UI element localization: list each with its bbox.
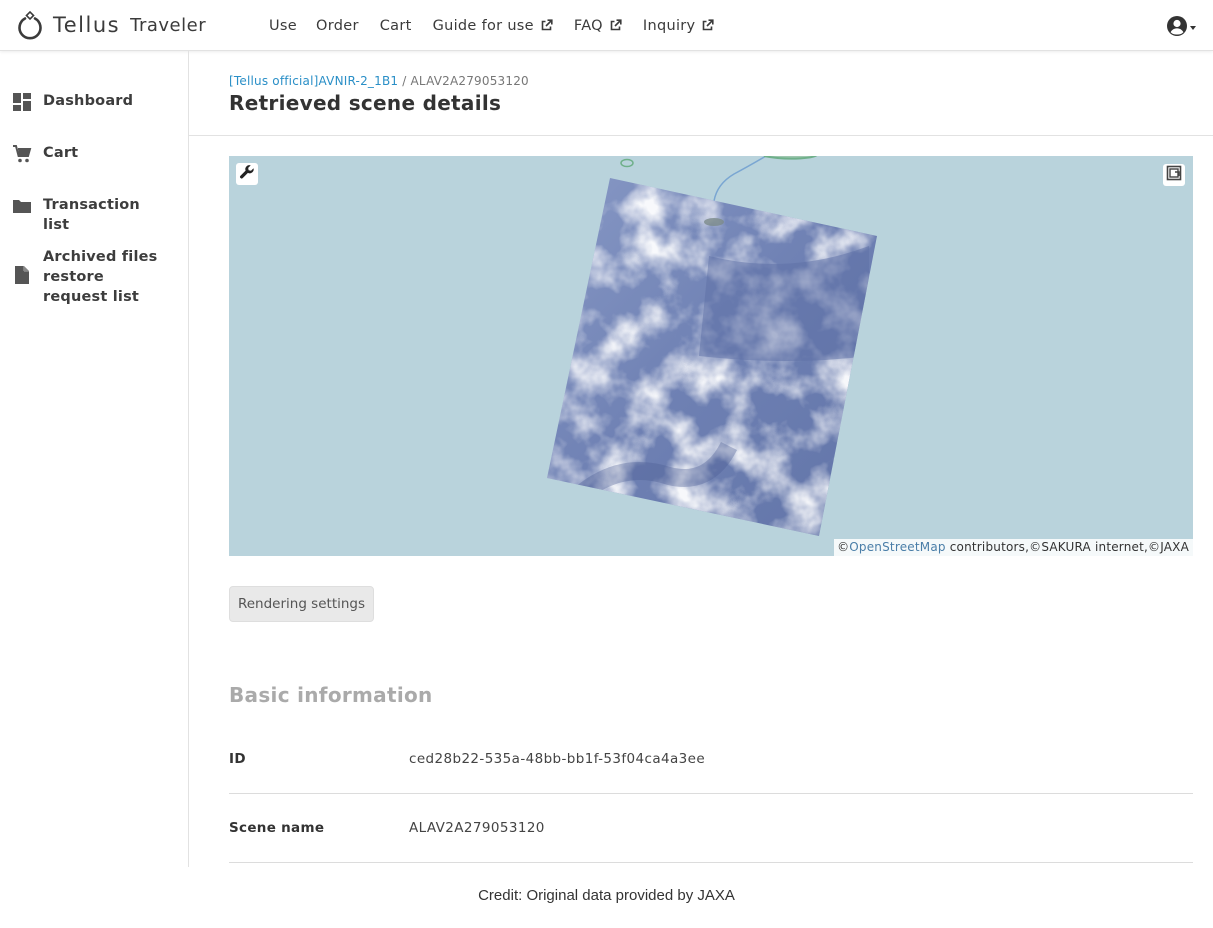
- nav-guide-label: Guide for use: [432, 17, 534, 34]
- map-canvas: [547, 156, 877, 536]
- basic-information-heading: Basic information: [229, 683, 433, 707]
- user-menu-button[interactable]: [1166, 15, 1196, 41]
- breadcrumb-link[interactable]: [Tellus official]AVNIR-2_1B1: [229, 74, 398, 88]
- folder-icon: [12, 196, 32, 216]
- sidebar-item-archived-restore-list[interactable]: Archived files restore request list: [12, 247, 168, 307]
- attribution-prefix: ©: [837, 540, 850, 554]
- fullscreen-icon: [1166, 165, 1182, 185]
- nav-inquiry-label: Inquiry: [642, 17, 696, 34]
- title-divider: [189, 135, 1213, 136]
- external-link-icon: [701, 19, 715, 32]
- nav-use[interactable]: Use: [269, 18, 297, 34]
- breadcrumb-current: ALAV2A279053120: [410, 74, 529, 88]
- openstreetmap-link[interactable]: OpenStreetMap: [849, 540, 945, 554]
- info-row-id: ID ced28b22-535a-48bb-bb1f-53f04ca4a3ee: [229, 725, 1193, 794]
- sidebar: Dashboard Cart Transaction list Archived…: [0, 51, 189, 867]
- logo-text: Tellus: [53, 13, 121, 37]
- nav-faq-label: FAQ: [573, 17, 603, 34]
- nav-faq[interactable]: FAQ: [574, 18, 622, 34]
- nav-inquiry[interactable]: Inquiry: [643, 18, 715, 34]
- sidebar-item-cart[interactable]: Cart: [12, 143, 168, 164]
- breadcrumb-separator: /: [402, 74, 407, 88]
- info-value: ced28b22-535a-48bb-bb1f-53f04ca4a3ee: [409, 751, 706, 767]
- info-row-scene-name: Scene name ALAV2A279053120: [229, 794, 1193, 863]
- chevron-down-icon: [1190, 26, 1196, 30]
- file-icon: [12, 265, 32, 285]
- map-attribution: ©OpenStreetMap contributors,©SAKURA inte…: [834, 539, 1193, 556]
- logo-subtext: Traveler: [130, 14, 207, 36]
- sidebar-item-label: Cart: [43, 145, 79, 161]
- logo-mark-icon: [16, 10, 44, 40]
- top-navigation: Use Order Cart Guide for use FAQ Inquiry: [269, 0, 735, 51]
- sidebar-item-label: Archived files restore request list: [43, 249, 158, 305]
- attribution-suffix: contributors,©SAKURA internet,©JAXA: [945, 540, 1189, 554]
- nav-order[interactable]: Order: [316, 18, 359, 34]
- nav-order-label: Order: [316, 17, 359, 34]
- external-link-icon: [609, 19, 622, 32]
- external-link-icon: [540, 19, 553, 32]
- map-fullscreen-button[interactable]: [1163, 164, 1185, 186]
- dashboard-icon: [12, 92, 32, 112]
- wrench-icon: [239, 164, 255, 184]
- top-header: Tellus Traveler Use Order Cart Guide for…: [0, 0, 1213, 51]
- nav-cart[interactable]: Cart: [380, 18, 412, 34]
- sidebar-item-label: Transaction list: [43, 197, 140, 233]
- info-value: ALAV2A279053120: [409, 820, 545, 836]
- cart-icon: [12, 144, 32, 164]
- rendering-settings-button[interactable]: Rendering settings: [229, 586, 374, 622]
- info-key: ID: [229, 751, 246, 767]
- nav-cart-label: Cart: [379, 17, 412, 34]
- sidebar-item-label: Dashboard: [43, 93, 134, 109]
- user-circle-icon: [1166, 15, 1188, 41]
- map-tool-button[interactable]: [236, 163, 258, 185]
- nav-use-label: Use: [269, 17, 297, 34]
- footer-credit: Credit: Original data provided by JAXA: [478, 887, 735, 904]
- scene-map[interactable]: ©OpenStreetMap contributors,©SAKURA inte…: [229, 156, 1193, 556]
- sidebar-item-transaction-list[interactable]: Transaction list: [12, 195, 168, 235]
- info-key: Scene name: [229, 820, 325, 836]
- app-logo[interactable]: Tellus Traveler: [16, 8, 206, 42]
- nav-guide-for-use[interactable]: Guide for use: [433, 18, 553, 34]
- page-title: Retrieved scene details: [229, 91, 502, 115]
- sidebar-item-dashboard[interactable]: Dashboard: [12, 91, 168, 112]
- breadcrumb: [Tellus official]AVNIR-2_1B1 / ALAV2A279…: [229, 74, 529, 88]
